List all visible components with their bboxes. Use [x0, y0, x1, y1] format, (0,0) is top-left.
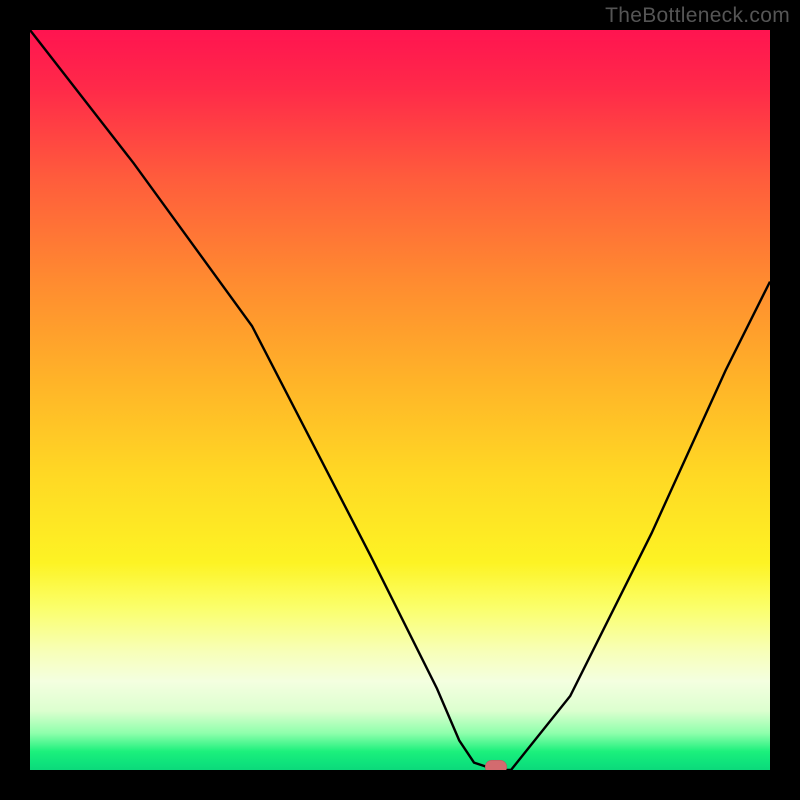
- optimal-point-marker: [485, 760, 507, 770]
- watermark-label: TheBottleneck.com: [605, 4, 790, 28]
- bottleneck-curve: [30, 30, 770, 770]
- chart-frame: TheBottleneck.com: [0, 0, 800, 800]
- curve-layer: [30, 30, 770, 770]
- plot-area: [30, 30, 770, 770]
